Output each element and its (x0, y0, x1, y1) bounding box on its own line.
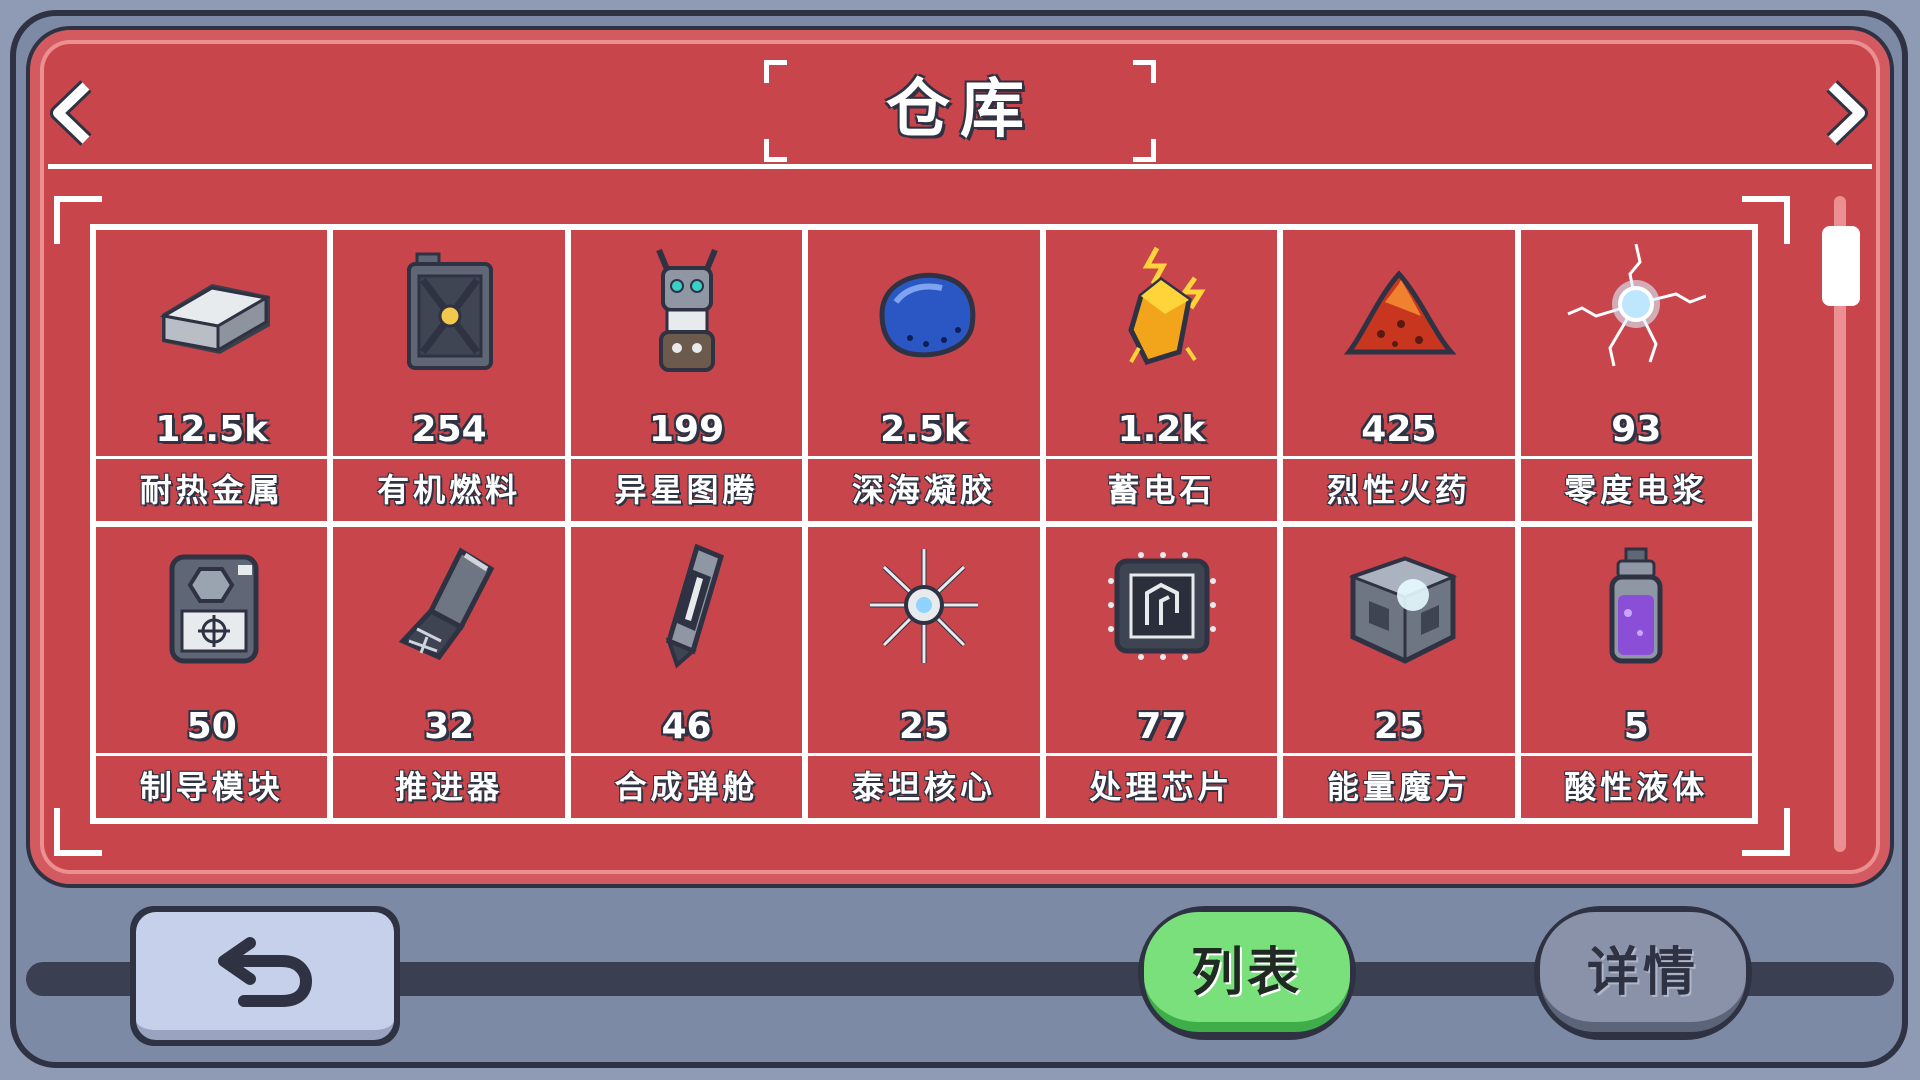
inventory-item[interactable]: 25 能量魔方 (1280, 524, 1518, 821)
detail-button-label: 详情 (1540, 912, 1746, 1032)
item-name: 处理芯片 (1089, 768, 1234, 806)
processing-chip-icon (1108, 552, 1217, 660)
inventory-item[interactable]: 425 烈性火药 (1280, 227, 1518, 524)
item-quantity: 25 (1373, 706, 1424, 747)
item-name: 推进器 (395, 768, 504, 806)
item-name: 蓄电石 (1107, 471, 1216, 509)
item-quantity: 425 (1361, 409, 1437, 450)
item-name: 有机燃料 (377, 471, 522, 509)
item-name: 烈性火药 (1326, 471, 1471, 509)
inventory-item[interactable]: 254 有机燃料 (330, 227, 568, 524)
item-quantity: 77 (1136, 706, 1187, 747)
inventory-item[interactable]: 46 合成弹舱 (567, 524, 806, 821)
inventory-item[interactable]: 1.2k 蓄电石 (1042, 227, 1281, 524)
inventory-item[interactable]: 2.5k 深海凝胶 (805, 227, 1043, 524)
titan-core-icon (869, 549, 978, 663)
alien-totem-icon (655, 248, 718, 372)
item-quantity: 46 (661, 706, 712, 747)
deep-sea-gel-icon (879, 272, 976, 358)
prev-page-arrow-icon[interactable] (46, 80, 100, 146)
back-arrow-icon (218, 937, 313, 1007)
item-name: 零度电浆 (1564, 471, 1709, 509)
item-quantity: 50 (186, 706, 237, 747)
page-title: 仓库 (886, 73, 1034, 147)
ammo-capsule-icon (665, 543, 724, 669)
scrollbar-thumb[interactable] (1822, 226, 1860, 306)
item-name: 异星图腾 (614, 471, 759, 509)
item-name: 合成弹舱 (614, 768, 759, 806)
energy-cube-icon (1348, 556, 1457, 664)
inventory-item[interactable]: 25 泰坦核心 (805, 524, 1043, 821)
item-quantity: 93 (1611, 409, 1662, 450)
gunpowder-icon (1343, 270, 1457, 355)
item-quantity: 2.5k (880, 409, 968, 450)
item-name: 制导模块 (139, 768, 284, 806)
item-quantity: 25 (898, 706, 950, 747)
title-divider (48, 164, 1872, 169)
item-name: 深海凝胶 (851, 471, 996, 509)
item-quantity: 5 (1623, 706, 1649, 747)
inventory-item[interactable]: 5 酸性液体 (1517, 524, 1755, 821)
inventory-item[interactable]: 93 零度电浆 (1517, 227, 1755, 524)
zero-plasma-icon (1567, 244, 1707, 367)
inventory-item[interactable]: 50 制导模块 (93, 524, 331, 821)
next-page-arrow-icon[interactable] (1818, 80, 1872, 146)
inventory-item[interactable]: 199 异星图腾 (567, 227, 806, 524)
inventory-item[interactable]: 12.5k 耐热金属 (93, 227, 331, 524)
item-quantity: 12.5k (155, 409, 269, 450)
item-quantity: 199 (648, 409, 725, 450)
item-quantity: 32 (424, 706, 475, 747)
battery-stone-icon (1128, 246, 1206, 366)
heat-resistant-metal-icon (159, 284, 270, 354)
item-name: 能量魔方 (1326, 768, 1471, 806)
inventory-grid: 12.5k 耐热金属 254 有机燃料 199 异星图腾 2.5k 深海凝胶 1… (90, 224, 1758, 824)
item-quantity: 254 (411, 409, 487, 450)
organic-fuel-icon (407, 252, 494, 370)
item-name: 酸性液体 (1564, 768, 1709, 806)
item-name: 泰坦核心 (851, 768, 996, 806)
list-button-label: 列表 (1144, 912, 1350, 1032)
list-button[interactable]: 列表 (1138, 906, 1356, 1040)
inventory-item[interactable]: 32 推进器 (330, 524, 568, 821)
item-quantity: 1.2k (1117, 409, 1206, 450)
acid-liquid-icon (1609, 547, 1663, 664)
detail-button[interactable]: 详情 (1534, 906, 1752, 1040)
thruster-icon (398, 547, 495, 661)
back-button[interactable] (130, 906, 400, 1046)
inventory-item[interactable]: 77 处理芯片 (1042, 524, 1281, 821)
item-name: 耐热金属 (139, 471, 284, 509)
guidance-module-icon (169, 554, 259, 664)
